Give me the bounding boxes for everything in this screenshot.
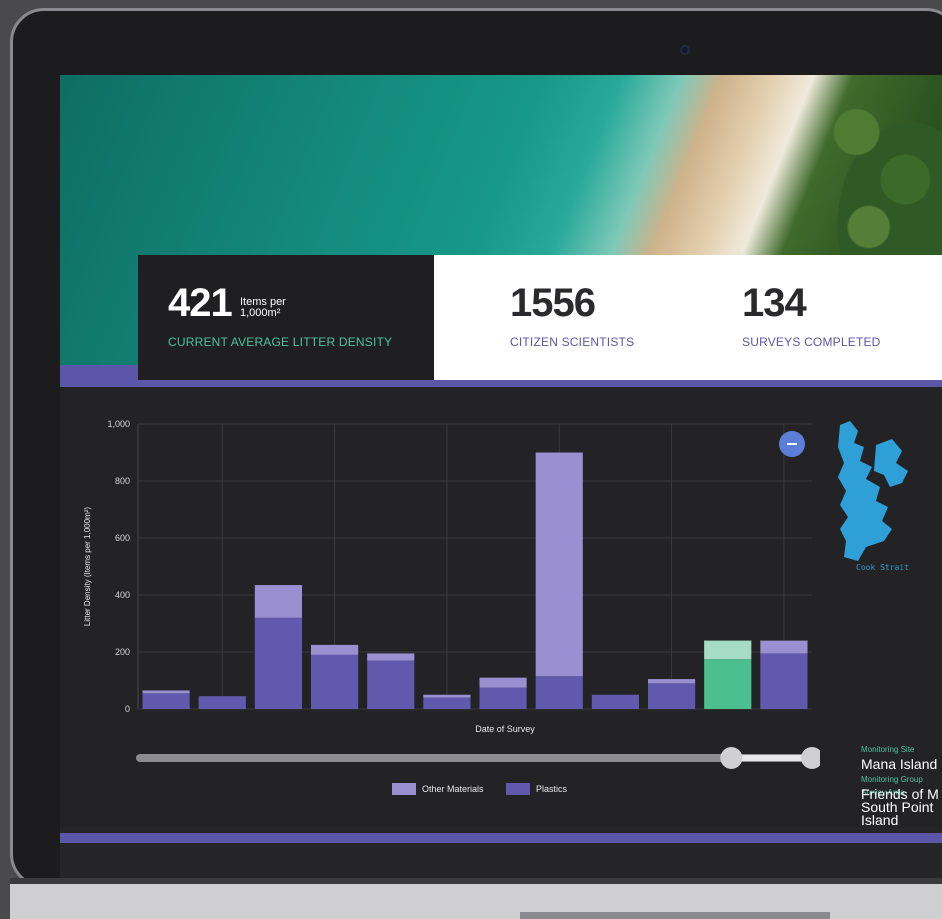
bar-plastics (591, 694, 640, 709)
y-tick-label: 800 (115, 476, 130, 486)
dashboard-screen: 421 Items per 1,000m² CURRENT AVERAGE LI… (60, 75, 942, 885)
density-unit-line2: 1,000m² (240, 307, 281, 319)
y-tick-label: 600 (115, 533, 130, 543)
surveys-caption: SURVEYS COMPLETED (742, 335, 881, 349)
y-tick-label: 1,000 (107, 419, 130, 429)
legend-label-other-materials: Other Materials (422, 784, 484, 794)
y-tick-label: 200 (115, 647, 130, 657)
site-value: Mana Island (861, 756, 938, 772)
bar-other-materials (310, 644, 359, 655)
chart-panel: 0 200 400 600 800 1,000 Litter Density (Items … (60, 387, 942, 827)
legend-label-plastics: Plastics (536, 784, 568, 794)
bar-plastics (760, 653, 808, 709)
stats-card: 1556 CITIZEN SCIENTISTS 134 SURVEYS COMP… (434, 255, 942, 380)
bar-other-materials (647, 679, 696, 684)
bar-other-materials (760, 640, 808, 654)
x-axis-label: Date of Survey (475, 724, 535, 734)
bar-plastics (142, 693, 190, 709)
map-thumbnail[interactable]: Cook Strait (836, 417, 916, 577)
bar-plastics (254, 617, 303, 709)
bar-other-materials (142, 690, 190, 694)
y-tick-label: 400 (115, 590, 130, 600)
bar-other-materials (704, 640, 752, 660)
bar-plastics (423, 697, 471, 709)
surveys-value: 134 (742, 281, 807, 325)
bar-plastics (704, 659, 752, 709)
bar-plastics (367, 660, 415, 709)
footer-band (60, 833, 942, 843)
bar-plastics (198, 696, 246, 709)
legend-swatch-other-materials (392, 783, 416, 795)
map-label: Cook Strait (856, 563, 909, 572)
bar-plastics (479, 687, 527, 709)
y-axis-label: Litter Density (Items per 1,000m²) (83, 507, 92, 626)
bar-other-materials (367, 653, 415, 661)
slider-handle-start[interactable] (720, 747, 743, 769)
bar-other-materials (479, 677, 527, 688)
camera-icon (680, 45, 690, 55)
area-value: South Point Island (861, 799, 934, 828)
citizens-value: 1556 (510, 281, 596, 325)
citizens-caption: CITIZEN SCIENTISTS (510, 335, 635, 349)
map-land (838, 421, 892, 561)
density-unit: Items per 1,000m² (240, 297, 286, 319)
density-caption: CURRENT AVERAGE LITTER DENSITY (168, 335, 393, 349)
bar-plastics (310, 654, 359, 709)
bar-other-materials (535, 452, 583, 677)
group-label: Monitoring Group (861, 775, 923, 784)
y-tick-label: 0 (125, 704, 130, 714)
bar-plastics (647, 683, 696, 709)
litter-density-chart: 0 200 400 600 800 1,000 Litter Density (Items … (83, 419, 820, 795)
legend-swatch-plastics (506, 783, 530, 795)
bar-other-materials (254, 585, 303, 618)
density-value: 421 (168, 281, 233, 325)
bar-other-materials (423, 694, 471, 698)
laptop-notch (520, 912, 830, 919)
slider-handle-end[interactable] (801, 747, 820, 769)
hero-foliage (820, 75, 942, 265)
bar-plastics (535, 676, 583, 709)
map-island (874, 439, 908, 487)
site-label: Monitoring Site (861, 745, 915, 754)
group-value: Friends of M (861, 786, 939, 802)
density-stat-card: 421 Items per 1,000m² CURRENT AVERAGE LI… (138, 255, 434, 380)
